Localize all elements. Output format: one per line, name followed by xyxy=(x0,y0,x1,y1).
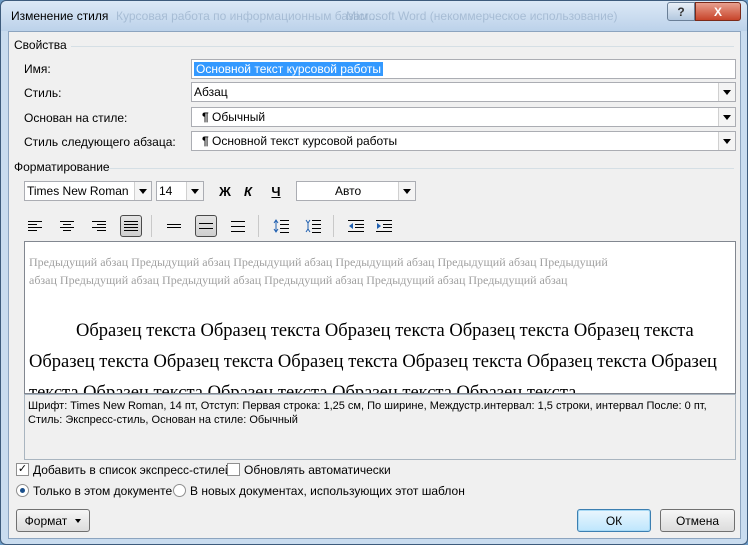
help-button[interactable]: ? xyxy=(667,2,695,21)
name-value: Основной текст курсовой работы xyxy=(194,62,384,76)
auto-update-checkbox[interactable] xyxy=(227,463,240,476)
close-button[interactable]: X xyxy=(695,2,741,21)
caret-down-icon xyxy=(75,518,82,523)
chevron-down-icon[interactable] xyxy=(718,108,735,126)
toolbar-separator xyxy=(333,215,334,237)
title-bar[interactable]: Изменение стиля Курсовая работа по инфор… xyxy=(1,1,747,31)
chevron-down-icon[interactable] xyxy=(718,83,735,101)
dialog-title: Изменение стиля xyxy=(11,9,109,23)
add-quick-style-checkbox[interactable]: ✓ xyxy=(16,463,29,476)
underline-button[interactable]: Ч xyxy=(265,180,287,202)
line-spacing-one-half-button[interactable] xyxy=(195,215,217,237)
single-spacing-icon xyxy=(167,224,181,228)
align-right-icon xyxy=(92,221,106,231)
align-center-icon xyxy=(60,221,74,231)
based-on-label: Основан на стиле: xyxy=(24,111,128,125)
description-line: Шрифт: Times New Roman, 14 пт, Отступ: П… xyxy=(28,400,707,412)
auto-update-label: Обновлять автоматически xyxy=(244,463,391,477)
space-before-decrease-button[interactable] xyxy=(302,215,324,237)
line-spacing-single-button[interactable] xyxy=(163,215,185,237)
align-justify-button[interactable] xyxy=(120,215,142,237)
style-preview: Предыдущий абзац Предыдущий абзац Предыд… xyxy=(24,241,736,394)
group-divider xyxy=(106,168,734,169)
checkmark-icon: ✓ xyxy=(17,463,28,475)
align-left-button[interactable] xyxy=(24,215,46,237)
style-type-select[interactable]: Абзац xyxy=(191,82,736,102)
properties-group-label: Свойства xyxy=(14,38,67,52)
next-style-value: Основной текст курсовой работы xyxy=(212,134,398,148)
cancel-button[interactable]: Отмена xyxy=(660,509,735,532)
font-size-select[interactable]: 14 xyxy=(156,181,204,201)
decrease-indent-icon xyxy=(348,220,364,232)
chevron-down-icon[interactable] xyxy=(134,182,151,200)
align-left-icon xyxy=(28,221,42,231)
font-size-value: 14 xyxy=(159,184,173,198)
chevron-down-icon[interactable] xyxy=(718,132,735,150)
decrease-indent-button[interactable] xyxy=(345,215,367,237)
italic-button[interactable]: К xyxy=(237,180,259,202)
style-description: Шрифт: Times New Roman, 14 пт, Отступ: П… xyxy=(24,394,736,460)
font-select[interactable]: Times New Roman xyxy=(24,181,152,201)
style-type-value: Абзац xyxy=(194,85,228,99)
next-style-label: Стиль следующего абзаца: xyxy=(24,135,176,149)
paragraph-icon: ¶ xyxy=(202,134,209,148)
paragraph-icon: ¶ xyxy=(202,110,209,124)
toolbar-separator xyxy=(258,215,259,237)
background-window-title: Курсовая работа по информационным базам.… xyxy=(116,9,379,23)
chevron-down-icon[interactable] xyxy=(398,182,415,200)
font-color-select[interactable]: Авто xyxy=(296,181,416,201)
space-before-increase-button[interactable] xyxy=(270,215,292,237)
dialog-body: Свойства Имя: Основной текст курсовой ра… xyxy=(8,31,741,539)
dialog-window: Изменение стиля Курсовая работа по инфор… xyxy=(0,0,748,545)
next-style-select[interactable]: ¶ Основной текст курсовой работы xyxy=(191,131,736,151)
only-this-document-label: Только в этом документе xyxy=(33,484,173,498)
name-input[interactable]: Основной текст курсовой работы xyxy=(191,59,736,79)
background-window-title: Microsoft Word (некоммерческое использов… xyxy=(346,9,618,23)
close-icon: X xyxy=(713,4,722,19)
font-color-value: Авто xyxy=(335,184,362,198)
formatting-group-label: Форматирование xyxy=(14,160,110,174)
new-documents-radio[interactable] xyxy=(173,484,186,497)
spacing-increase-icon xyxy=(273,219,289,233)
style-type-label: Стиль: xyxy=(24,86,62,100)
toolbar-separator xyxy=(151,215,152,237)
increase-indent-icon xyxy=(376,220,392,232)
ok-button[interactable]: ОК xyxy=(577,509,651,532)
align-right-button[interactable] xyxy=(88,215,110,237)
based-on-select[interactable]: ¶ Обычный xyxy=(191,107,736,127)
new-documents-label: В новых документах, использующих этот ша… xyxy=(190,484,465,498)
spacing-decrease-icon xyxy=(305,219,321,233)
based-on-value: Обычный xyxy=(212,110,266,124)
one-half-spacing-icon xyxy=(199,223,213,229)
format-button[interactable]: Формат xyxy=(16,509,90,532)
add-quick-style-label: Добавить в список экспресс-стилей xyxy=(33,463,232,477)
sample-text: Образец текста Образец текста Образец те… xyxy=(29,321,717,394)
help-icon: ? xyxy=(677,4,685,19)
only-this-document-radio[interactable] xyxy=(16,484,29,497)
chevron-down-icon[interactable] xyxy=(186,182,203,200)
previous-paragraph-text: Предыдущий абзац Предыдущий абзац Предыд… xyxy=(29,255,608,287)
name-label: Имя: xyxy=(24,62,51,76)
double-spacing-icon xyxy=(231,221,245,232)
align-center-button[interactable] xyxy=(56,215,78,237)
increase-indent-button[interactable] xyxy=(373,215,395,237)
font-value: Times New Roman xyxy=(27,184,129,198)
group-divider xyxy=(71,46,734,47)
description-line: Стиль: Экспресс-стиль, Основан на стиле:… xyxy=(28,414,298,426)
line-spacing-double-button[interactable] xyxy=(227,215,249,237)
align-justify-icon xyxy=(124,221,138,231)
bold-button[interactable]: Ж xyxy=(214,180,236,202)
format-button-label: Формат xyxy=(24,513,68,528)
